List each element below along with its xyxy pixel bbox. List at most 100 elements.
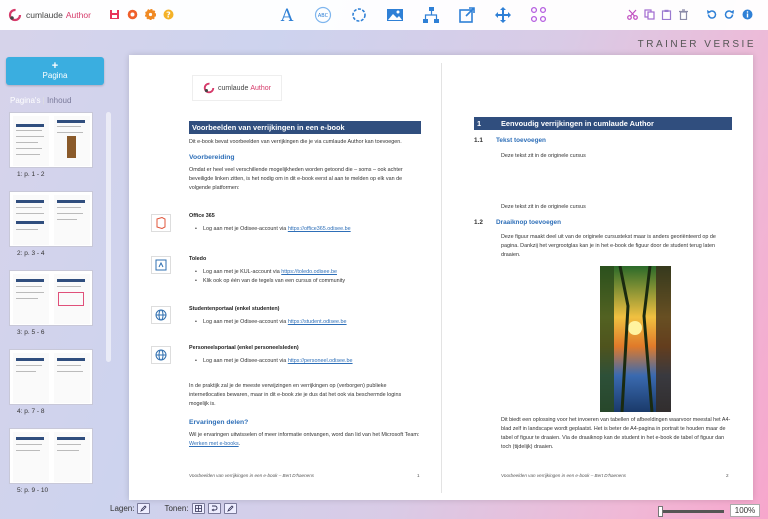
table-icon — [194, 505, 202, 512]
text-style-icon[interactable]: A — [278, 6, 296, 24]
document-spread: cumlaude Author Voorbeelden van verrijki… — [129, 55, 753, 500]
redo-icon[interactable] — [724, 9, 735, 20]
save-icon[interactable] — [109, 9, 120, 20]
platform-name: Office 365 — [189, 213, 215, 219]
added-text: Deze tekst zit in de originele cursus — [501, 204, 586, 210]
tones-rotate-button[interactable] — [207, 503, 221, 514]
list-item-text: Klik ook op één van de tegels van een cu… — [203, 277, 346, 284]
undo-icon[interactable] — [706, 9, 717, 20]
rotated-landscape-image[interactable] — [600, 266, 671, 412]
image-icon[interactable] — [386, 6, 404, 24]
page-thumbnail[interactable] — [9, 349, 93, 405]
external-link-icon[interactable] — [458, 6, 476, 24]
thumbnail-label: 5: p. 9 - 10 — [17, 487, 49, 494]
svg-text:ABC: ABC — [318, 13, 329, 19]
practice-text: In de praktijk zal je de meeste verwijzi… — [189, 383, 402, 407]
thumbnail-label: 4: p. 7 - 8 — [17, 408, 45, 415]
tab-pages[interactable]: Pagina's — [10, 96, 40, 105]
add-page-label: Pagina — [42, 71, 68, 80]
office-icon[interactable] — [151, 214, 171, 232]
tones-label: Tonen: — [164, 504, 189, 513]
svg-text:A: A — [280, 6, 294, 24]
section-number: 1 — [477, 119, 482, 128]
info-icon[interactable] — [742, 9, 753, 20]
heading-preparation: Voorbereiding — [189, 154, 235, 161]
platform-student: Studentenportaal (enkel studenten) Log a… — [189, 305, 421, 327]
tab-separator: | — [42, 96, 45, 105]
staff-link[interactable]: https://personeel.odisee.be — [288, 358, 353, 364]
thumbnail-label: 3: p. 5 - 6 — [17, 329, 45, 336]
sidebar-tabs: Pagina's | Inhoud — [10, 96, 71, 105]
page-left: Voorbeelden van verrijkingen in een e-bo… — [189, 55, 421, 500]
student-link[interactable]: https://student.odisee.be — [288, 319, 347, 325]
tones-grid-button[interactable] — [191, 503, 205, 514]
list-item: Log aan met je Odisee-account via https:… — [189, 318, 421, 327]
page-footer: Voorbeelden van verrijkingen in een e-bo… — [501, 473, 627, 478]
rotate-icon — [211, 505, 217, 512]
layers-edit-button[interactable] — [137, 503, 151, 514]
original-text: Deze tekst zit in de originele cursus — [501, 153, 586, 159]
help-icon[interactable]: ? — [163, 9, 174, 20]
share-paragraph: Wil je ervaringen uitwisselen of meer in… — [189, 431, 421, 449]
sidebar-scrollbar[interactable] — [106, 112, 111, 362]
page-thumbnails: 1: p. 1 - 2 2: p. 3 - 4 3: p. 5 - 6 4: p… — [6, 112, 106, 498]
move-icon[interactable] — [494, 6, 512, 24]
abc-icon[interactable]: ABC — [314, 6, 332, 24]
add-page-button[interactable]: + Pagina — [6, 57, 104, 85]
globe-icon[interactable] — [151, 346, 171, 364]
tones-edit-button[interactable] — [223, 503, 237, 514]
app-logo: cumlaude Author — [8, 8, 91, 22]
flowchart-icon[interactable] — [422, 6, 440, 24]
list-item: Log aan met je Odisee-account via https:… — [189, 225, 421, 234]
page-thumbnail[interactable] — [9, 191, 93, 247]
platform-name: Personeelsportaal (enkel personeelsleden… — [189, 345, 299, 351]
page-number: 2 — [726, 473, 729, 478]
page-thumbnail[interactable] — [9, 112, 93, 168]
edit-icon — [140, 505, 148, 512]
preparation-text: Omdat er heel veel verschillende mogelij… — [189, 167, 403, 191]
platform-staff: Personeelsportaal (enkel personeelsleden… — [189, 344, 421, 366]
subsection-title: Draaiknop toevoegen — [496, 219, 561, 226]
list-item-text: Log aan met je KUL-account via — [203, 268, 282, 275]
grid-icon[interactable] — [530, 6, 548, 24]
share-text: Wil je ervaringen uitwisselen of meer in… — [189, 432, 420, 438]
page-right: 1 Eenvoudig verrijkingen in cumlaude Aut… — [474, 55, 734, 500]
subsection-text-heading: 1.1 Tekst toevoegen — [474, 136, 546, 147]
office365-link[interactable]: https://office365.odisee.be — [288, 226, 351, 232]
toledo-link[interactable]: https://toledo.odisee.be — [281, 269, 337, 275]
platform-office: Office 365 Log aan met je Odisee-account… — [189, 212, 421, 234]
zoom-level[interactable]: 100% — [730, 504, 760, 517]
page-thumbnail[interactable] — [9, 428, 93, 484]
zoom-slider-track[interactable] — [662, 510, 724, 513]
globe-icon[interactable] — [151, 306, 171, 324]
copy-icon[interactable] — [644, 9, 655, 20]
toledo-icon[interactable] — [151, 256, 171, 274]
preview-icon[interactable] — [127, 9, 138, 20]
list-item-text: Log aan met je Odisee-account via — [203, 357, 288, 364]
subsection-number: 1.2 — [474, 219, 483, 226]
list-item-text: Log aan met je Odisee-account via — [203, 318, 288, 325]
platform-name: Studentenportaal (enkel studenten) — [189, 306, 280, 312]
settings-icon[interactable] — [145, 9, 156, 20]
page-title: Voorbeelden van verrijkingen in een e-bo… — [189, 121, 421, 134]
list-item-text: Log aan met je Odisee-account via — [203, 225, 288, 232]
list-item: Log aan met je KUL-account via https://t… — [189, 268, 421, 277]
refresh-icon[interactable] — [350, 6, 368, 24]
layers-label: Lagen: — [110, 504, 135, 513]
list-item: Log aan met je Odisee-account via https:… — [189, 357, 421, 366]
cut-icon[interactable] — [627, 9, 638, 20]
tab-content[interactable]: Inhoud — [47, 96, 71, 105]
paste-icon[interactable] — [661, 9, 672, 20]
delete-icon[interactable] — [678, 9, 689, 20]
teams-link[interactable]: Werken met e-books — [189, 441, 239, 447]
share-end: . — [238, 440, 241, 447]
page-thumbnail[interactable] — [9, 270, 93, 326]
subsection-title: Tekst toevoegen — [496, 137, 546, 144]
svg-text:?: ? — [166, 10, 171, 19]
zoom-slider-handle[interactable] — [658, 506, 663, 517]
thumbnail-label: 1: p. 1 - 2 — [17, 171, 45, 178]
app-name: cumlaude — [26, 10, 63, 20]
page-number: 1 — [417, 473, 420, 478]
list-item: Klik ook op één van de tegels van een cu… — [189, 277, 421, 286]
thumbnail-label: 2: p. 3 - 4 — [17, 250, 45, 257]
